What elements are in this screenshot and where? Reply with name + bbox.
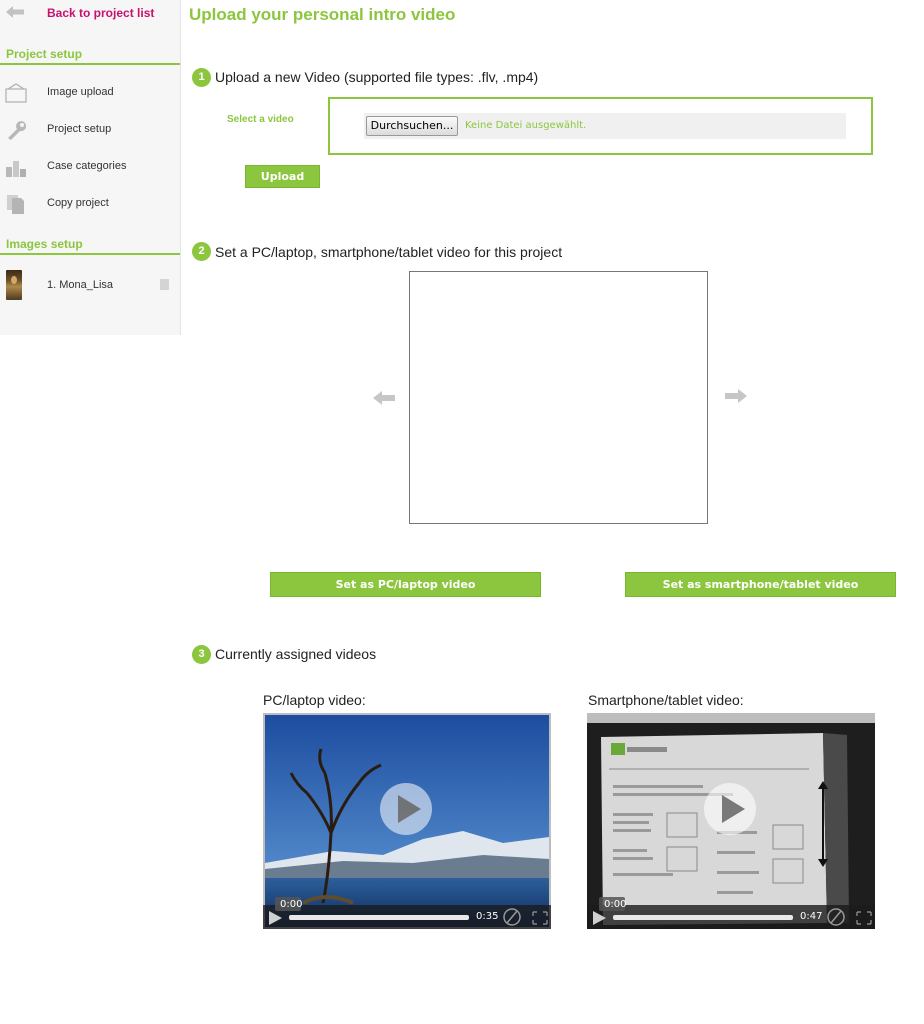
step-2-heading: Set a PC/laptop, smartphone/tablet video… [215, 244, 563, 260]
step-3-badge: 3 [192, 645, 211, 664]
wrench-icon [8, 121, 27, 140]
sidebar-item-label: Copy project [47, 197, 109, 209]
page-title: Upload your personal intro video [189, 5, 456, 24]
back-to-project-list-link[interactable]: Back to project list [0, 0, 180, 26]
step-1-heading: Upload a new Video (supported file types… [215, 69, 539, 85]
back-link-label: Back to project list [47, 6, 155, 20]
copy-document-icon [7, 195, 24, 214]
image-item-label: 1. Mona_Lisa [47, 279, 114, 291]
sidebar-item-project-setup[interactable]: Project setup [0, 115, 180, 145]
trash-icon[interactable] [160, 279, 169, 290]
sidebar-item-case-categories[interactable]: Case categories [0, 152, 180, 182]
no-file-selected-text: Keine Datei ausgewählt. [465, 120, 587, 131]
sidebar-item-image-upload[interactable]: Image upload [0, 78, 180, 108]
image-frame-icon [5, 83, 27, 103]
video-preview-frame [409, 271, 708, 524]
step-2-badge: 2 [192, 242, 211, 261]
file-input[interactable]: Durchsuchen... Keine Datei ausgewählt. [364, 113, 846, 139]
mobile-video-label: Smartphone/tablet video: [588, 692, 744, 708]
mobile-duration: 0:47 [800, 911, 823, 922]
play-icon[interactable] [703, 781, 757, 835]
sidebar-item-label: Project setup [47, 123, 112, 135]
set-pc-video-button[interactable]: Set as PC/laptop video [270, 572, 541, 597]
sidebar-item-label: Image upload [47, 86, 114, 98]
sidebar: Back to project list Project setup Image… [0, 0, 181, 335]
pc-duration: 0:35 [476, 911, 499, 922]
mona-lisa-thumbnail [6, 270, 22, 300]
upload-button[interactable]: Upload [245, 165, 320, 188]
previous-arrow-icon[interactable] [373, 391, 395, 405]
bar-chart-icon [6, 161, 26, 177]
step-3-heading: Currently assigned videos [215, 646, 377, 662]
arrow-left-icon [6, 6, 24, 18]
browse-button[interactable]: Durchsuchen... [366, 116, 458, 136]
sidebar-item-label: Case categories [47, 160, 127, 172]
play-icon[interactable] [379, 781, 433, 835]
mobile-current-time: 0:00 [604, 899, 627, 910]
pc-current-time: 0:00 [280, 899, 303, 910]
set-mobile-video-button[interactable]: Set as smartphone/tablet video [625, 572, 896, 597]
select-video-label: Select a video [227, 114, 294, 125]
pc-video-player[interactable]: 0:00 0:35 [263, 713, 551, 929]
step-1-badge: 1 [192, 68, 211, 87]
pc-video-label: PC/laptop video: [263, 692, 366, 708]
mobile-video-player[interactable]: 0:00 0:47 [587, 713, 875, 929]
images-setup-heading: Images setup [0, 233, 180, 255]
sidebar-item-copy-project[interactable]: Copy project [0, 189, 180, 219]
project-setup-heading: Project setup [0, 43, 180, 65]
next-arrow-icon[interactable] [725, 389, 747, 403]
file-upload-box: Durchsuchen... Keine Datei ausgewählt. [328, 97, 873, 155]
